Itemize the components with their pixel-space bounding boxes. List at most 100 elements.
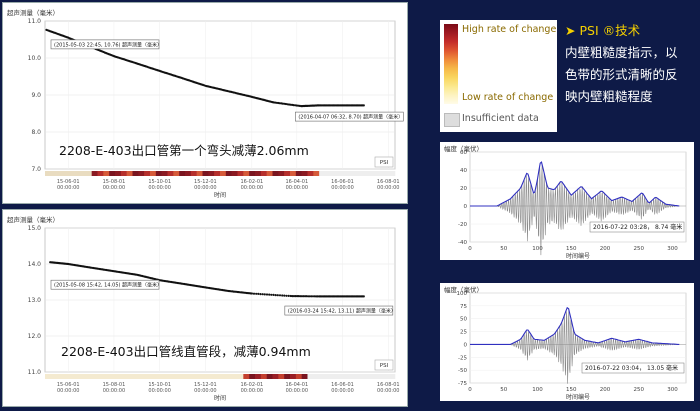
y-tick-label: 25 — [460, 330, 467, 336]
x-tick-label: 00:00:00 — [148, 388, 170, 394]
psi-strip-segment — [150, 171, 157, 176]
psi-strip-segment — [126, 171, 133, 176]
psi-description: ➤ PSI ®技术 内壁粗糙度指示，以 色带的形式清晰的反 映内壁粗糙程度 — [565, 20, 697, 140]
x-tick-label: 50 — [500, 387, 507, 393]
psi-strip-segment — [68, 374, 75, 379]
x-axis-label: 时间编号 — [566, 393, 590, 401]
x-tick-label: 0 — [468, 246, 472, 252]
annotation-label: (2016-04-07 06:32, 8.70) 超声测量（毫米） — [298, 114, 403, 121]
x-tick-label: 100 — [532, 387, 543, 393]
x-tick-label: 200 — [600, 246, 611, 252]
waveform-chart-1-svg: 幅度（毫伏）6040200-20-400 50 100 150 200 250 300时间编… — [444, 144, 687, 260]
x-axis-label: 时间 — [214, 394, 226, 402]
data-point — [272, 293, 275, 296]
psi-strip-segment — [173, 171, 180, 176]
x-tick-label: 00:00:00 — [57, 388, 79, 394]
y-tick-label: 8.0 — [31, 129, 41, 136]
psi-strip-segment — [237, 171, 244, 176]
trend-chart-1-svg: 超声测量（毫米）11.010.09.08.07.015-06-0100:00:0… — [7, 8, 404, 199]
chart-caption: 2208-E-403出口管第一个弯头减薄2.06mm — [59, 143, 309, 158]
psi-strip-segment — [354, 171, 361, 176]
psi-strip-segment — [330, 171, 337, 176]
bullet-arrow-icon: ➤ — [565, 23, 576, 38]
psi-title: PSI ®技术 — [579, 23, 641, 38]
data-point — [283, 294, 286, 297]
data-point — [287, 294, 290, 297]
psi-strip-segment — [225, 171, 232, 176]
y-tick-label: 20 — [460, 186, 467, 192]
psi-strip-segment — [50, 171, 57, 176]
x-tick-label: 00:00:00 — [194, 388, 216, 394]
data-point — [270, 293, 273, 296]
psi-strip-segment — [190, 374, 197, 379]
psi-strip-segment — [342, 171, 349, 176]
y-tick-label: -75 — [458, 381, 467, 387]
psi-strip-segment — [295, 374, 302, 379]
psi-color-strip — [45, 171, 396, 176]
psi-strip-segment — [383, 374, 390, 379]
psi-strip-segment — [208, 374, 215, 379]
data-point — [261, 293, 264, 296]
x-tick-label: 150 — [566, 387, 577, 393]
psi-strip-segment — [295, 171, 302, 176]
psi-strip-segment — [115, 374, 122, 379]
psi-strip-segment — [214, 171, 221, 176]
data-point — [263, 293, 266, 296]
x-tick-label: 00:00:00 — [148, 185, 170, 191]
y-tick-label: -25 — [458, 355, 467, 361]
psi-strip-segment — [56, 171, 63, 176]
psi-strip-segment — [260, 374, 267, 379]
psi-strip-segment — [371, 374, 378, 379]
psi-strip-segment — [220, 171, 227, 176]
x-tick-label: 0 — [468, 387, 472, 393]
psi-strip-segment — [284, 374, 291, 379]
y-tick-label: 0 — [464, 342, 468, 348]
y-axis-label: 超声测量（毫米） — [7, 215, 59, 224]
psi-strip-segment — [266, 171, 273, 176]
y-tick-label: -20 — [458, 222, 467, 228]
psi-strip-segment — [360, 171, 367, 176]
psi-strip-segment — [365, 171, 372, 176]
psi-strip-segment — [132, 374, 139, 379]
ultrasonic-waveform-chart-1: 幅度（毫伏） 60 40 20 0 -20 -40 0 50 100 150 200 250 300 时间编… — [440, 142, 694, 260]
data-point — [276, 294, 279, 297]
psi-strip-segment — [301, 374, 308, 379]
psi-strip-segment — [290, 171, 297, 176]
x-tick-label: 300 — [667, 246, 678, 252]
data-point — [265, 293, 269, 296]
data-point — [274, 294, 277, 297]
annotation-label: (2015-05-08 15:42, 14.05) 超声测量（毫米） — [54, 282, 162, 289]
psi-strip-segment — [185, 171, 192, 176]
data-point — [278, 294, 282, 297]
x-tick-label: 00:00:00 — [286, 388, 308, 394]
psi-strip-segment — [74, 374, 81, 379]
psi-strip-segment — [161, 374, 168, 379]
y-tick-label: 10.0 — [28, 55, 42, 62]
psi-strip-segment — [319, 171, 326, 176]
data-point — [250, 292, 253, 295]
chart-caption: 2208-E-403出口管线直管段，减薄0.94mm — [61, 344, 311, 359]
psi-strip-segment — [354, 374, 361, 379]
x-axis-label: 时间编号 — [566, 252, 590, 260]
psi-strip-segment — [103, 374, 110, 379]
psi-strip-segment — [62, 171, 69, 176]
psi-strip-segment — [237, 374, 244, 379]
psi-strip-segment — [243, 171, 250, 176]
psi-strip-segment — [80, 374, 87, 379]
psi-strip-segment — [179, 171, 186, 176]
psi-strip-segment — [278, 171, 285, 176]
x-tick-label: 250 — [634, 246, 645, 252]
x-tick-label: 00:00:00 — [377, 388, 399, 394]
thickness-trend-chart-2: 超声测量（毫米） 15.0 14.0 13.0 12.0 11.0 15-06-01 00:0… — [2, 209, 408, 407]
data-point — [255, 292, 258, 295]
psi-strip-segment — [313, 171, 320, 176]
psi-strip-segment — [138, 374, 145, 379]
psi-strip-segment — [290, 374, 297, 379]
data-point — [257, 292, 260, 295]
y-tick-label: 12.0 — [28, 333, 42, 340]
psi-strip-segment — [389, 171, 396, 176]
psi-strip-segment — [371, 171, 378, 176]
psi-strip-segment — [196, 374, 203, 379]
y-tick-label: 11.0 — [28, 369, 42, 376]
psi-strip-segment — [284, 171, 291, 176]
